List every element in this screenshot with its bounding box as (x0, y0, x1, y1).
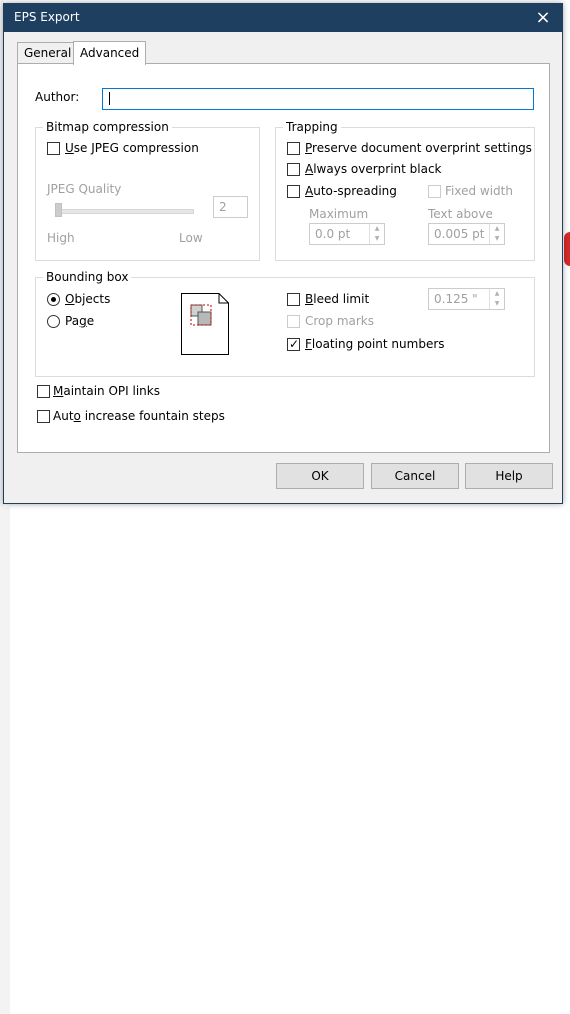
fixed-width-label: Fixed width (445, 184, 513, 198)
auto-fountain-label: Auto increase fountain steps (53, 409, 225, 423)
checkmark-icon: ✓ (289, 337, 300, 351)
crop-marks-checkbox[interactable] (287, 315, 300, 328)
maximum-label: Maximum (309, 207, 369, 221)
help-button[interactable]: Help (465, 463, 553, 489)
maximum-spinner-arrows[interactable]: ▲ ▼ (369, 224, 384, 244)
advanced-tab-panel: Author: Bitmap compression Use JPEG comp… (17, 63, 550, 453)
bleed-limit-spinner[interactable]: 0.125 " ▲ ▼ (428, 288, 505, 310)
text-caret (109, 92, 110, 105)
maximum-spinner[interactable]: 0.0 pt ▲ ▼ (309, 223, 385, 245)
high-label: High (47, 231, 75, 245)
text-above-spinner[interactable]: 0.005 pt ▲ ▼ (428, 223, 505, 245)
author-label: Author: (35, 90, 80, 104)
dialog-title: EPS Export (14, 10, 80, 24)
floating-point-checkbox[interactable]: ✓ (287, 337, 300, 351)
spin-down-icon: ▼ (374, 235, 380, 242)
spin-up-icon: ▲ (374, 225, 380, 232)
fixed-width-checkbox[interactable] (428, 185, 441, 198)
objects-radio[interactable] (47, 293, 60, 306)
objects-radio-dot (51, 297, 56, 302)
cancel-button[interactable]: Cancel (371, 463, 459, 489)
tab-general[interactable]: General (17, 42, 79, 63)
spin-down-icon: ▼ (494, 235, 500, 242)
page-radio[interactable] (47, 315, 60, 328)
author-input[interactable] (102, 88, 534, 110)
use-jpeg-label: Use JPEG compression (65, 141, 199, 155)
maintain-opi-checkbox[interactable] (37, 385, 50, 398)
text-above-value: 0.005 pt (434, 227, 485, 241)
spin-down-icon: ▼ (494, 300, 500, 307)
jpeg-quality-label: JPEG Quality (47, 182, 122, 196)
always-overprint-label: Always overprint black (305, 162, 442, 176)
bleed-limit-label: Bleed limit (305, 292, 370, 306)
text-above-label: Text above (428, 207, 493, 221)
auto-spreading-checkbox[interactable] (287, 185, 300, 198)
use-jpeg-checkbox[interactable] (47, 142, 60, 155)
crop-marks-label: Crop marks (305, 314, 374, 328)
title-bar[interactable]: EPS Export × (4, 4, 562, 32)
text-above-spinner-arrows[interactable]: ▲ ▼ (489, 224, 504, 244)
maintain-opi-label: Maintain OPI links (53, 384, 160, 398)
always-overprint-checkbox[interactable] (287, 163, 300, 176)
jpeg-quality-value-box[interactable]: 2 (213, 196, 248, 218)
jpeg-quality-slider-track[interactable] (56, 209, 194, 214)
tab-advanced[interactable]: Advanced (73, 41, 147, 65)
trapping-title: Trapping (283, 120, 341, 134)
bleed-limit-checkbox[interactable] (287, 293, 300, 306)
ok-button[interactable]: OK (276, 463, 364, 489)
bleed-limit-spinner-arrows[interactable]: ▲ ▼ (489, 289, 504, 309)
bleed-limit-value: 0.125 " (434, 292, 478, 306)
spin-up-icon: ▲ (494, 225, 500, 232)
bounding-preview-icon (181, 293, 229, 355)
eps-export-dialog: EPS Export × General Advanced Author: Bi… (3, 3, 563, 504)
background-app-red-shape (564, 232, 570, 266)
bounding-box-title: Bounding box (43, 270, 132, 284)
jpeg-quality-value: 2 (219, 200, 227, 214)
preserve-overprint-checkbox[interactable] (287, 142, 300, 155)
low-label: Low (179, 231, 203, 245)
auto-spreading-label: Auto-spreading (305, 184, 397, 198)
spin-up-icon: ▲ (494, 290, 500, 297)
preserve-overprint-label: Preserve document overprint settings (305, 141, 532, 155)
page-label: Page (65, 314, 95, 328)
floating-point-label: Floating point numbers (305, 337, 445, 351)
jpeg-quality-slider-thumb[interactable] (55, 203, 62, 217)
close-icon[interactable]: × (528, 4, 558, 32)
maximum-value: 0.0 pt (315, 227, 351, 241)
auto-fountain-checkbox[interactable] (37, 410, 50, 423)
background-app-right (0, 507, 10, 1014)
bitmap-compression-title: Bitmap compression (43, 120, 172, 134)
objects-label: Objects (65, 292, 111, 306)
